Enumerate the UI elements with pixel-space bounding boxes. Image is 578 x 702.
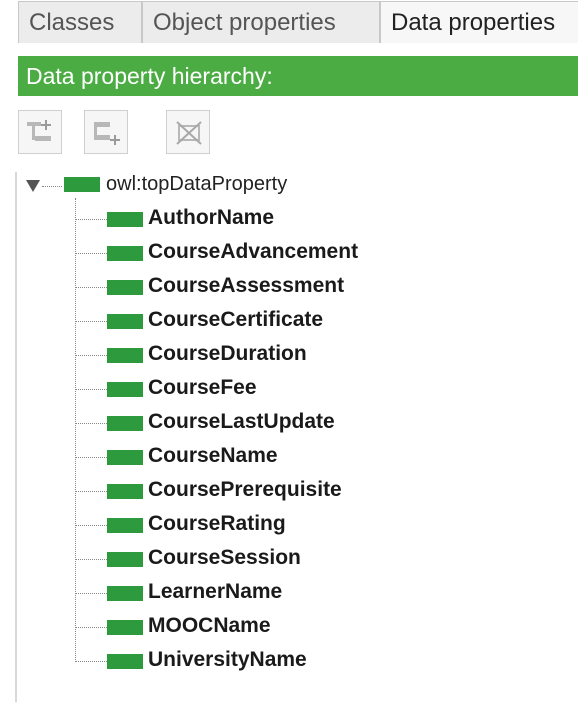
add-sibling-property-button[interactable] xyxy=(84,110,128,154)
tree-connector xyxy=(75,321,107,322)
tree-item-label: UniversityName xyxy=(148,648,307,671)
tree-item[interactable]: AuthorName xyxy=(75,204,555,234)
tree-connector xyxy=(75,219,107,220)
tree-item[interactable]: CourseRating xyxy=(75,510,555,540)
tree-connector xyxy=(75,355,107,356)
tree-connector xyxy=(75,457,107,458)
tree-item-label: CourseCertificate xyxy=(148,308,324,331)
data-property-icon xyxy=(64,177,100,192)
data-property-icon xyxy=(107,654,143,669)
add-subproperty-button[interactable] xyxy=(18,110,62,154)
tree-item-label: CourseLastUpdate xyxy=(148,410,335,433)
tree-item-label: AuthorName xyxy=(148,206,275,229)
tree-item-label: LearnerName xyxy=(148,580,283,603)
data-property-icon xyxy=(107,416,143,431)
tree-connector xyxy=(75,253,107,254)
data-property-icon xyxy=(107,246,143,261)
tree-item-label: CourseFee xyxy=(148,376,257,399)
tree-item[interactable]: CourseAssessment xyxy=(75,272,555,302)
tree-connector xyxy=(75,287,107,288)
tree-connector xyxy=(42,186,62,187)
data-property-icon xyxy=(107,518,143,533)
tree-item[interactable]: LearnerName xyxy=(75,578,555,608)
data-property-icon xyxy=(107,484,143,499)
tree-item[interactable]: CourseFee xyxy=(75,374,555,404)
tree-item-label: CoursePrerequisite xyxy=(148,478,342,501)
expand-arrow-icon[interactable] xyxy=(26,180,40,192)
tree-connector xyxy=(75,423,107,424)
tree-item[interactable]: UniversityName xyxy=(75,646,555,676)
data-property-icon xyxy=(107,348,143,363)
tree-item[interactable]: CourseDuration xyxy=(75,340,555,370)
data-property-icon xyxy=(107,552,143,567)
tree-item[interactable]: CourseLastUpdate xyxy=(75,408,555,438)
tab-classes[interactable]: Classes xyxy=(18,1,142,43)
data-properties-window: Classes Object properties Data propertie… xyxy=(0,0,578,702)
tree-item-label: CourseName xyxy=(148,444,278,467)
tree-item-label: CourseAdvancement xyxy=(148,240,359,263)
add-sibling-property-icon xyxy=(94,122,120,145)
tree-item-label: CourseAssessment xyxy=(148,274,345,297)
tab-object-properties[interactable]: Object properties xyxy=(142,1,380,43)
tree-item[interactable]: MOOCName xyxy=(75,612,555,642)
tree-connector xyxy=(75,491,107,492)
tree-connector xyxy=(75,389,107,390)
data-property-icon xyxy=(107,280,143,295)
tree-item[interactable]: CourseSession xyxy=(75,544,555,574)
tree-item[interactable]: CoursePrerequisite xyxy=(75,476,555,506)
data-property-icon xyxy=(107,450,143,465)
tree-item[interactable]: CourseName xyxy=(75,442,555,472)
tree-connector xyxy=(75,525,107,526)
data-property-icon xyxy=(107,586,143,601)
panel-left-border xyxy=(15,172,17,702)
data-property-icon xyxy=(107,212,143,227)
tree-item-label: CourseDuration xyxy=(148,342,307,365)
tab-data-properties[interactable]: Data properties xyxy=(380,1,578,43)
tree-item-label: MOOCName xyxy=(148,614,271,637)
tree-item[interactable]: CourseAdvancement xyxy=(75,238,555,268)
data-property-icon xyxy=(107,314,143,329)
data-property-icon xyxy=(107,620,143,635)
panel-title: Data property hierarchy: xyxy=(18,56,578,96)
delete-property-button[interactable] xyxy=(166,110,210,154)
tree-root-label: owl:topDataProperty xyxy=(106,173,288,195)
tree-connector xyxy=(75,593,107,594)
delete-property-icon xyxy=(176,121,202,145)
tree-connector xyxy=(75,559,107,560)
tree-item-label: CourseSession xyxy=(148,546,301,569)
tree-item-label: CourseRating xyxy=(148,512,286,535)
tree-connector xyxy=(75,661,107,662)
add-subproperty-icon xyxy=(27,120,51,141)
data-property-icon xyxy=(107,382,143,397)
tab-bar: Classes Object properties Data propertie… xyxy=(0,0,578,48)
tree-item[interactable]: CourseCertificate xyxy=(75,306,555,336)
tree-connector xyxy=(75,627,107,628)
